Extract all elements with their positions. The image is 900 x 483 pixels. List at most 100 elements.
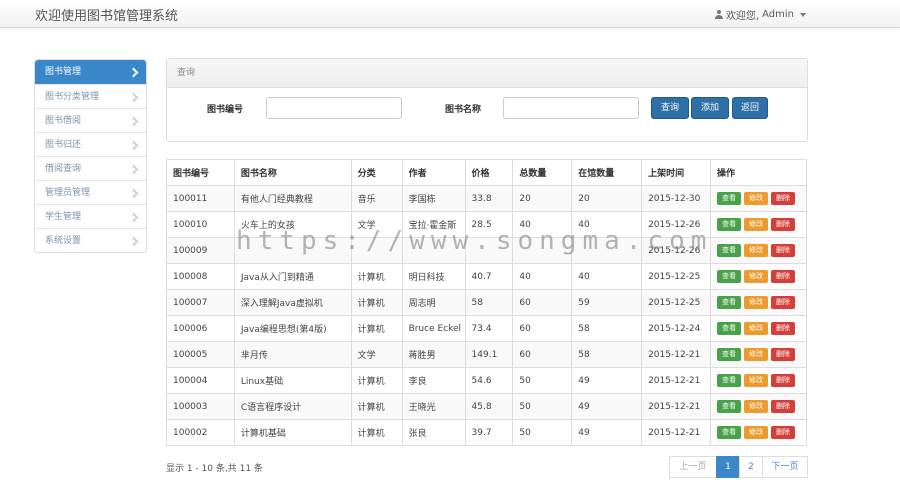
table-cell: 60	[512, 315, 573, 342]
sidebar-item-label: 图书归还	[45, 140, 82, 150]
sidebar-item-label: 图书借阅	[45, 116, 82, 126]
edit-button[interactable]: 修改	[744, 374, 769, 387]
edit-button[interactable]: 修改	[744, 218, 769, 231]
view-button[interactable]: 查看	[717, 400, 742, 413]
book-id-label: 图书编号	[207, 105, 244, 115]
actions-cell: 查看 修改 删除	[710, 419, 807, 446]
view-button[interactable]: 查看	[717, 244, 742, 257]
table-cell: 40.7	[464, 263, 514, 290]
app-title: 欢迎使用图书馆管理系统	[35, 9, 179, 24]
book-name-input[interactable]	[503, 97, 639, 119]
table-row: 100002 计算机基础 计算机 张良 39.7 50 49 2015-12-21 查看 修改 删除	[166, 419, 807, 446]
edit-button[interactable]: 修改	[744, 270, 769, 283]
delete-button[interactable]: 删除	[771, 322, 796, 335]
column-header: 图书编号	[166, 159, 235, 186]
table-cell: 149.1	[464, 341, 514, 368]
delete-button[interactable]: 删除	[771, 192, 796, 205]
table-cell: 49	[571, 367, 643, 394]
table-cell	[401, 237, 466, 264]
table-cell: 2015-12-30	[641, 185, 712, 212]
actions-cell: 查看 修改 删除	[710, 367, 807, 394]
edit-button[interactable]: 修改	[744, 348, 769, 361]
search-button[interactable]: 查询	[651, 97, 689, 119]
column-header: 在馆数量	[571, 159, 643, 186]
table-cell: 58	[464, 289, 514, 316]
view-button[interactable]: 查看	[717, 270, 742, 283]
table-cell: C语言程序设计	[233, 393, 352, 420]
table-cell: 计算机	[350, 263, 403, 290]
view-button[interactable]: 查看	[717, 426, 742, 439]
next-page-button[interactable]: 下一页	[762, 456, 808, 478]
table-cell: 计算机	[350, 367, 403, 394]
actions-cell: 查看 修改 删除	[710, 289, 807, 316]
add-button[interactable]: 添加	[691, 97, 729, 119]
chevron-right-icon	[128, 188, 139, 199]
view-button[interactable]: 查看	[717, 296, 742, 309]
table-cell: 28.5	[464, 211, 514, 238]
edit-button[interactable]: 修改	[744, 192, 769, 205]
delete-button[interactable]: 删除	[771, 374, 796, 387]
column-header: 分类	[350, 159, 403, 186]
table-cell	[464, 237, 514, 264]
table-cell: 100003	[166, 393, 235, 420]
table-cell: 100010	[166, 211, 235, 238]
book-id-input[interactable]	[266, 97, 402, 119]
sidebar-item[interactable]: 借阅查询	[35, 156, 146, 180]
table-cell: 音乐	[350, 185, 403, 212]
page-button[interactable]: 2	[739, 456, 763, 478]
table-row: 100009 2015-12-26 查看 修改 删除	[166, 237, 807, 264]
table-cell: 深入理解Java虚拟机	[233, 289, 352, 316]
page-button[interactable]: 1	[716, 456, 740, 478]
table-cell: 100004	[166, 367, 235, 394]
table-cell: 蒋胜男	[401, 341, 466, 368]
table-cell: 2015-12-21	[641, 341, 712, 368]
delete-button[interactable]: 删除	[771, 296, 796, 309]
delete-button[interactable]: 删除	[771, 270, 796, 283]
sidebar-item[interactable]: 系统设置	[35, 228, 146, 252]
user-menu[interactable]: 欢迎您, Admin	[714, 7, 806, 22]
table-cell: 有他人门经典教程	[233, 185, 352, 212]
sidebar-item[interactable]: 学生管理	[35, 204, 146, 228]
sidebar-item[interactable]: 图书归还	[35, 132, 146, 156]
username: Admin	[762, 9, 794, 20]
table-cell: Java从入门到精通	[233, 263, 352, 290]
actions-cell: 查看 修改 删除	[710, 211, 807, 238]
delete-button[interactable]: 删除	[771, 218, 796, 231]
edit-button[interactable]: 修改	[744, 322, 769, 335]
table-cell: 100005	[166, 341, 235, 368]
table-cell: 2015-12-24	[641, 315, 712, 342]
sidebar-item[interactable]: 管理员管理	[35, 180, 146, 204]
view-button[interactable]: 查看	[717, 218, 742, 231]
table-cell: 2015-12-21	[641, 419, 712, 446]
delete-button[interactable]: 删除	[771, 244, 796, 257]
table-row: 100008 Java从入门到精通 计算机 明日科技 40.7 40 40 2015-12-2…	[166, 263, 807, 290]
table-cell: 40	[512, 263, 573, 290]
edit-button[interactable]: 修改	[744, 244, 769, 257]
sidebar-item-label: 图书管理	[45, 67, 82, 77]
table-cell: 40	[512, 211, 573, 238]
table-cell	[233, 237, 352, 264]
delete-button[interactable]: 删除	[771, 426, 796, 439]
table-cell: 40	[571, 263, 643, 290]
view-button[interactable]: 查看	[717, 374, 742, 387]
table-cell: 2015-12-21	[641, 393, 712, 420]
delete-button[interactable]: 删除	[771, 400, 796, 413]
sidebar-item[interactable]: 图书分类管理	[35, 84, 146, 108]
sidebar-item[interactable]: 图书借阅	[35, 108, 146, 132]
edit-button[interactable]: 修改	[744, 426, 769, 439]
table-cell: 20	[512, 185, 573, 212]
table-cell: 计算机	[350, 289, 403, 316]
chevron-right-icon	[128, 92, 139, 103]
view-button[interactable]: 查看	[717, 192, 742, 205]
view-button[interactable]: 查看	[717, 322, 742, 335]
delete-button[interactable]: 删除	[771, 348, 796, 361]
back-button[interactable]: 返回	[732, 97, 768, 119]
table-cell: 计算机	[350, 393, 403, 420]
sidebar-item[interactable]: 图书管理	[35, 60, 146, 84]
table-cell: 2015-12-26	[641, 237, 712, 264]
view-button[interactable]: 查看	[717, 348, 742, 361]
edit-button[interactable]: 修改	[744, 400, 769, 413]
prev-page-button[interactable]: 上一页	[669, 456, 717, 478]
edit-button[interactable]: 修改	[744, 296, 769, 309]
table-row: 100010 火车上的女孩 文学 宝拉·霍金斯 28.5 40 40 2015-12-26 查看…	[166, 211, 807, 238]
